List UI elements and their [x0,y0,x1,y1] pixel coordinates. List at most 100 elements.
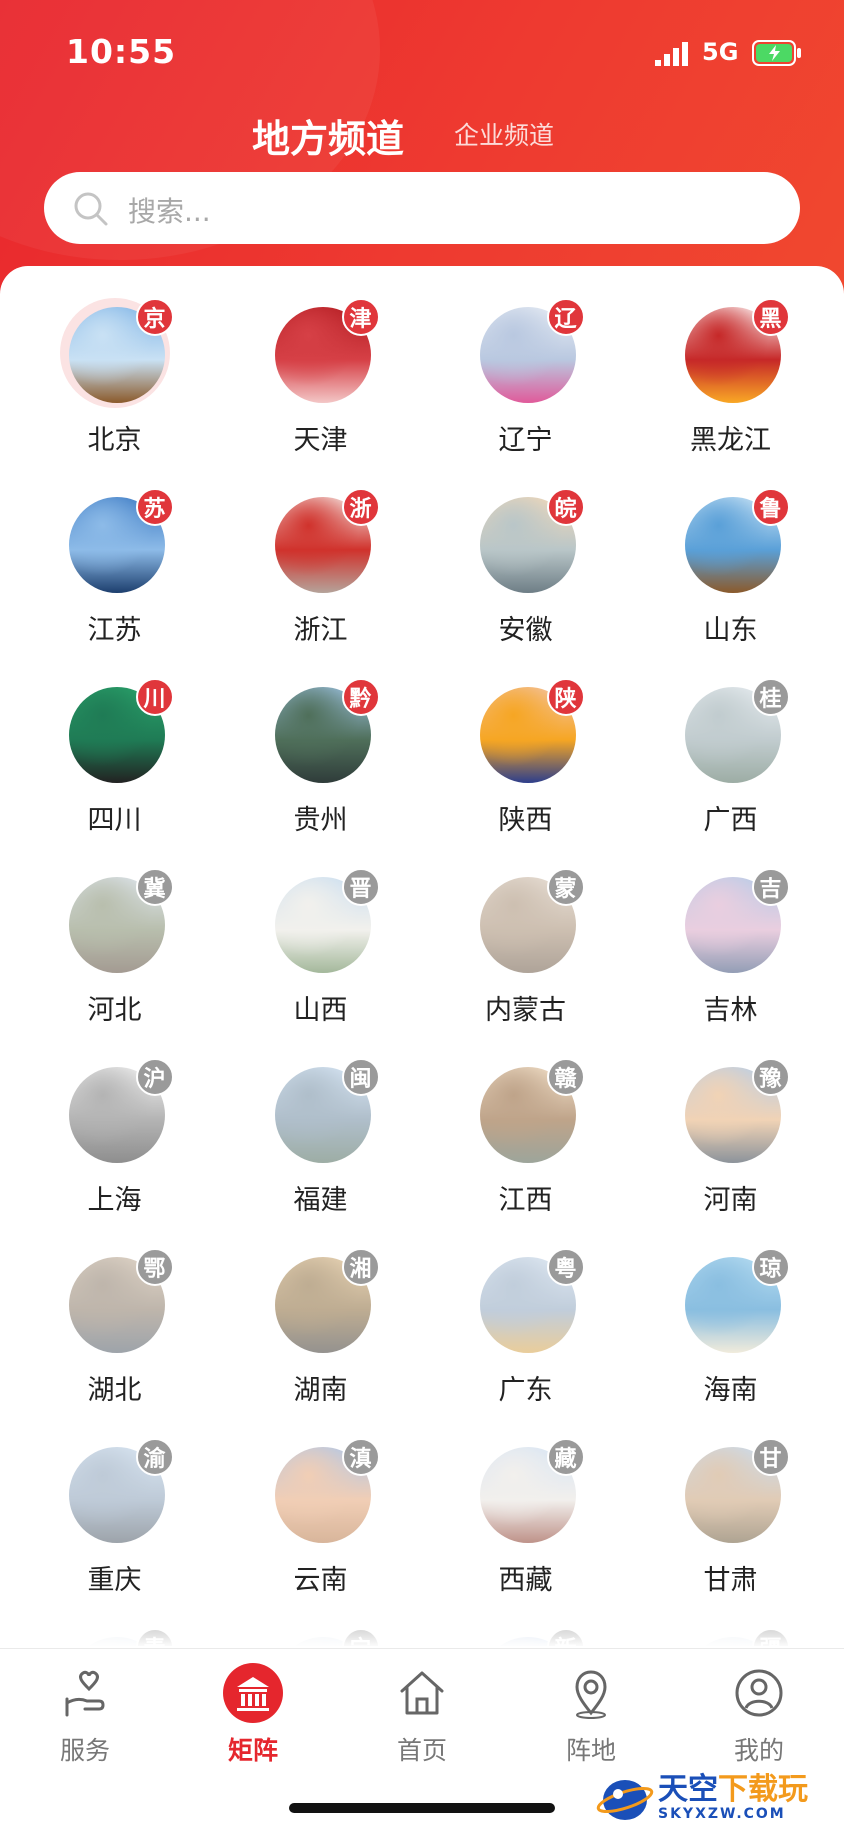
region-avatar-wrap: 藏 [471,1438,585,1548]
tab-home[interactable]: 首页 [352,1663,492,1773]
region-item[interactable]: 蒙内蒙古 [423,856,628,1046]
region-badge: 鲁 [751,488,790,526]
region-avatar-wrap: 辽 [471,298,585,408]
region-item[interactable]: 滇云南 [218,1426,423,1616]
region-item[interactable]: 鄂湖北 [12,1236,217,1426]
region-badge: 京 [135,298,174,336]
region-item[interactable]: 川四川 [12,666,217,856]
region-label: 广东 [498,1375,553,1406]
region-avatar-wrap: 黔 [266,678,380,788]
region-avatar-wrap: 湘 [266,1248,380,1358]
region-badge: 辽 [546,298,585,336]
region-label: 浙江 [293,615,348,646]
region-label: 湖北 [87,1375,142,1406]
region-item[interactable]: 湘湖南 [218,1236,423,1426]
signal-icon [655,42,688,66]
region-item[interactable]: 赣江西 [423,1046,628,1236]
tab-position-label: 阵地 [565,1736,616,1765]
home-icon [400,1671,444,1715]
region-item[interactable]: 苏江苏 [12,476,217,666]
region-item[interactable]: 皖安徽 [423,476,628,666]
region-label: 福建 [293,1185,348,1216]
region-item[interactable]: 浙浙江 [218,476,423,666]
tab-mine[interactable]: 我的 [689,1663,829,1773]
region-item[interactable]: 津天津 [218,286,423,476]
region-badge: 藏 [546,1438,585,1476]
region-badge: 桂 [751,678,790,716]
region-label: 北京 [87,425,142,456]
region-item[interactable]: 藏西藏 [423,1426,628,1616]
region-badge: 陕 [546,678,585,716]
home-indicator [289,1803,555,1813]
watermark-main-a: 天空 [658,1771,718,1807]
region-avatar-wrap: 鄂 [60,1248,174,1358]
region-item[interactable]: 桂广西 [628,666,833,856]
region-label: 河南 [703,1185,758,1216]
region-badge: 鄂 [135,1248,174,1286]
region-item[interactable]: 吉吉林 [628,856,833,1046]
tab-service[interactable]: 服务 [15,1663,155,1773]
region-label: 河北 [87,995,142,1026]
region-item[interactable]: 黔贵州 [218,666,423,856]
region-badge: 津 [341,298,380,336]
region-item[interactable]: 渝重庆 [12,1426,217,1616]
region-label: 江苏 [87,615,142,646]
region-avatar-wrap: 苏 [60,488,174,598]
region-label: 重庆 [87,1565,142,1596]
region-badge: 川 [135,678,174,716]
region-item[interactable]: 粤广东 [423,1236,628,1426]
tab-matrix[interactable]: 矩阵 [183,1663,323,1773]
region-badge: 滇 [341,1438,380,1476]
region-item[interactable]: 甘甘肃 [628,1426,833,1616]
region-item[interactable]: 豫河南 [628,1046,833,1236]
region-item[interactable]: 鲁山东 [628,476,833,666]
region-label: 江西 [498,1185,553,1216]
region-label: 广西 [703,805,758,836]
region-list: 京北京津天津辽辽宁黑黑龙江苏江苏浙浙江皖安徽鲁山东川四川黔贵州陕陕西桂广西冀河北… [0,266,844,1646]
region-avatar-wrap: 晋 [266,868,380,978]
region-avatar-wrap: 鲁 [676,488,790,598]
tab-local-channel[interactable]: 地方频道 [252,108,404,163]
region-item[interactable]: 闽福建 [218,1046,423,1236]
region-item[interactable]: 京北京 [12,286,217,476]
region-avatar-wrap: 渝 [60,1438,174,1548]
region-avatar-wrap: 川 [60,678,174,788]
search-input[interactable]: 搜索... [128,190,211,230]
region-avatar-wrap: 豫 [676,1058,790,1168]
watermark: 天空下载玩 SKYXZW.COM [596,1768,844,1827]
region-label: 云南 [293,1565,348,1596]
region-avatar-wrap: 沪 [60,1058,174,1168]
search-bar[interactable]: 搜索... [44,172,800,244]
region-badge: 湘 [341,1248,380,1286]
region-avatar-wrap: 蒙 [471,868,585,978]
region-avatar-wrap: 赣 [471,1058,585,1168]
region-item[interactable]: 辽辽宁 [423,286,628,476]
region-avatar-wrap: 粤 [471,1248,585,1358]
region-label: 吉林 [703,995,758,1026]
institution-icon [223,1663,283,1723]
region-item[interactable]: 沪上海 [12,1046,217,1236]
region-label: 湖南 [293,1375,348,1406]
location-pin-icon [575,1670,607,1719]
region-badge: 黔 [341,678,380,716]
region-badge: 渝 [135,1438,174,1476]
tab-home-label: 首页 [396,1736,447,1765]
region-item[interactable]: 冀河北 [12,856,217,1046]
watermark-sub: SKYXZW.COM [658,1805,786,1822]
tab-enterprise-channel[interactable]: 企业频道 [454,116,554,152]
region-label: 山东 [703,615,758,646]
region-badge: 甘 [751,1438,790,1476]
region-item[interactable]: 琼海南 [628,1236,833,1426]
region-badge: 黑 [751,298,790,336]
region-badge: 闽 [341,1058,380,1096]
region-item[interactable]: 黑黑龙江 [628,286,833,476]
region-badge: 赣 [546,1058,585,1096]
region-item[interactable]: 陕陕西 [423,666,628,856]
region-label: 安徽 [498,615,553,646]
region-label: 内蒙古 [485,995,566,1026]
region-label: 甘肃 [703,1565,758,1596]
region-item[interactable]: 晋山西 [218,856,423,1046]
region-label: 黑龙江 [690,425,771,456]
profile-icon [735,1669,783,1717]
tab-position[interactable]: 阵地 [521,1663,661,1773]
